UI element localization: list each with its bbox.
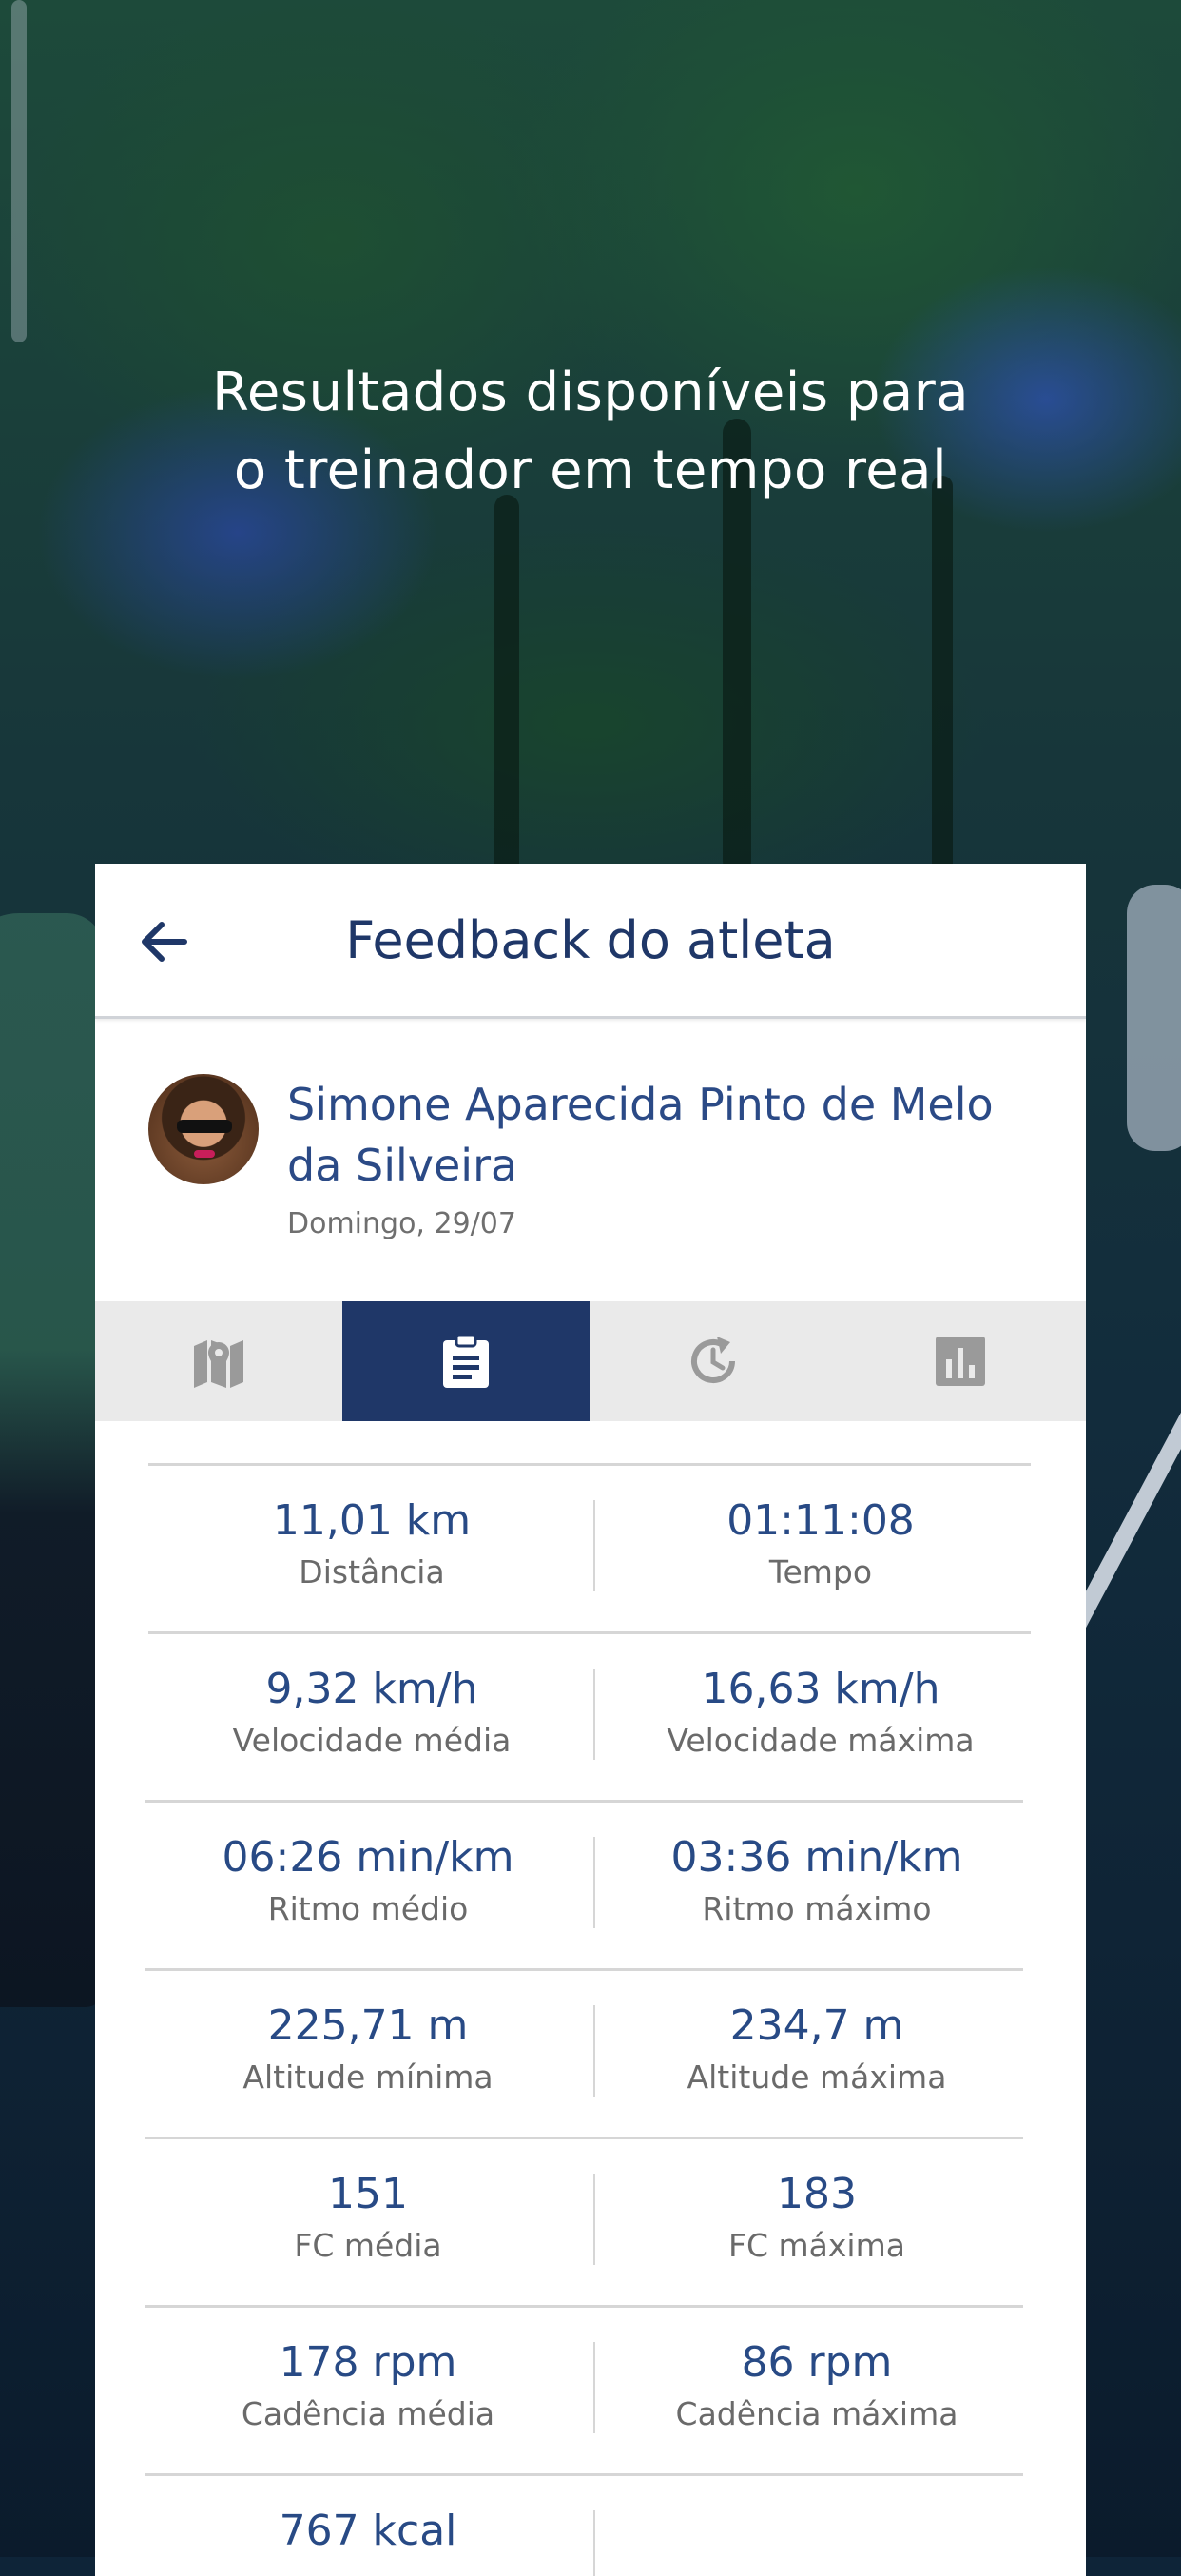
- stat-value: 183: [777, 2170, 857, 2218]
- stat-cell: 234,7 m Altitude máxima: [593, 1998, 1040, 2100]
- stat-value: 225,71 m: [267, 2001, 469, 2050]
- stat-cell: 01:11:08 Tempo: [597, 1493, 1044, 1595]
- athlete-profile: Simone Aparecida Pinto de Melo da Silvei…: [95, 1019, 1086, 1295]
- stat-label: Altitude máxima: [687, 2059, 947, 2096]
- stat-value: 178 rpm: [279, 2338, 457, 2387]
- app-bar: Feedback do atleta: [95, 864, 1086, 1019]
- pole: [11, 0, 27, 342]
- column-divider: [593, 2510, 595, 2576]
- headline-line-2: o treinador em tempo real: [233, 439, 948, 501]
- tab-bar: [95, 1301, 1086, 1421]
- stat-cell: 06:26 min/km Ritmo médio: [145, 1829, 591, 1932]
- stat-cell: 151 FC média: [145, 2166, 591, 2269]
- tab-history[interactable]: [590, 1301, 837, 1421]
- page-title: Feedback do atleta: [345, 910, 836, 970]
- bar-chart-icon: [936, 1337, 985, 1386]
- stat-label: FC máxima: [728, 2227, 905, 2264]
- tree-trunk: [494, 495, 519, 894]
- column-divider: [593, 1500, 595, 1591]
- stat-row: 06:26 min/km Ritmo médio 03:36 min/km Ri…: [145, 1800, 1023, 1968]
- tab-charts[interactable]: [837, 1301, 1084, 1421]
- stat-label: Distância: [299, 1553, 445, 1590]
- history-icon: [691, 1337, 735, 1383]
- stat-cell: 86 rpm Cadência máxima: [593, 2334, 1040, 2437]
- stat-label: Velocidade máxima: [667, 1722, 975, 1759]
- tree-trunk: [932, 476, 953, 875]
- stat-value: 03:36 min/km: [670, 1833, 963, 1882]
- tab-summary[interactable]: [342, 1301, 590, 1421]
- stat-label: Cadência máxima: [675, 2395, 958, 2432]
- avatar-glasses: [177, 1120, 232, 1133]
- stat-row: 225,71 m Altitude mínima 234,7 m Altitud…: [145, 1968, 1023, 2137]
- stat-row: 767 kcal: [145, 2473, 1023, 2576]
- clipboard-icon: [443, 1333, 489, 1388]
- stat-value: 01:11:08: [726, 1496, 915, 1545]
- stat-cell: 03:36 min/km Ritmo máximo: [593, 1829, 1040, 1932]
- stat-label: Tempo: [768, 1553, 873, 1590]
- stat-label: Ritmo máximo: [702, 1890, 932, 1927]
- stat-cell: 183 FC máxima: [593, 2166, 1040, 2269]
- stat-value: 151: [328, 2170, 408, 2218]
- stat-cell: 178 rpm Cadência média: [145, 2334, 591, 2437]
- stat-value: 11,01 km: [272, 1496, 472, 1545]
- stat-cell: 9,32 km/h Velocidade média: [148, 1661, 595, 1764]
- avatar-lips: [194, 1150, 215, 1158]
- stat-row: 9,32 km/h Velocidade média 16,63 km/h Ve…: [148, 1631, 1031, 1800]
- stat-value: 9,32 km/h: [265, 1665, 478, 1713]
- stat-cell: 11,01 km Distância: [148, 1493, 595, 1595]
- stat-row: 178 rpm Cadência média 86 rpm Cadência m…: [145, 2305, 1023, 2473]
- stat-label: Ritmo médio: [267, 1890, 469, 1927]
- stat-value: 767 kcal: [279, 2507, 457, 2555]
- stat-row: 11,01 km Distância 01:11:08 Tempo: [148, 1463, 1031, 1631]
- runner-figure-right: [1127, 885, 1181, 1151]
- stat-value: 234,7 m: [729, 2001, 904, 2050]
- avatar: [148, 1074, 259, 1184]
- stat-value: 16,63 km/h: [701, 1665, 940, 1713]
- stat-label: Altitude mínima: [242, 2059, 494, 2096]
- stats-list: 11,01 km Distância 01:11:08 Tempo 9,32 k…: [95, 1463, 1086, 2576]
- stat-cell: 16,63 km/h Velocidade máxima: [597, 1661, 1044, 1764]
- headline-line-1: Resultados disponíveis para: [211, 361, 970, 423]
- stat-value: 86 rpm: [741, 2338, 893, 2387]
- stat-cell: 767 kcal: [145, 2503, 591, 2560]
- stat-value: 06:26 min/km: [222, 1833, 514, 1882]
- feedback-card: Feedback do atleta Simone Aparecida Pint…: [95, 864, 1086, 2576]
- tab-map[interactable]: [95, 1301, 342, 1421]
- stat-row: 151 FC média 183 FC máxima: [145, 2137, 1023, 2305]
- stat-label: Cadência média: [241, 2395, 495, 2432]
- stat-label: Velocidade média: [232, 1722, 512, 1759]
- column-divider: [593, 1669, 595, 1760]
- athlete-name: Simone Aparecida Pinto de Melo da Silvei…: [287, 1079, 994, 1191]
- runner-figure-left: [0, 913, 105, 2007]
- stat-label: FC média: [294, 2227, 442, 2264]
- stat-cell: 225,71 m Altitude mínima: [145, 1998, 591, 2100]
- promo-headline: Resultados disponíveis para o treinador …: [0, 354, 1181, 510]
- map-icon: [194, 1340, 243, 1388]
- activity-date: Domingo, 29/07: [287, 1207, 516, 1240]
